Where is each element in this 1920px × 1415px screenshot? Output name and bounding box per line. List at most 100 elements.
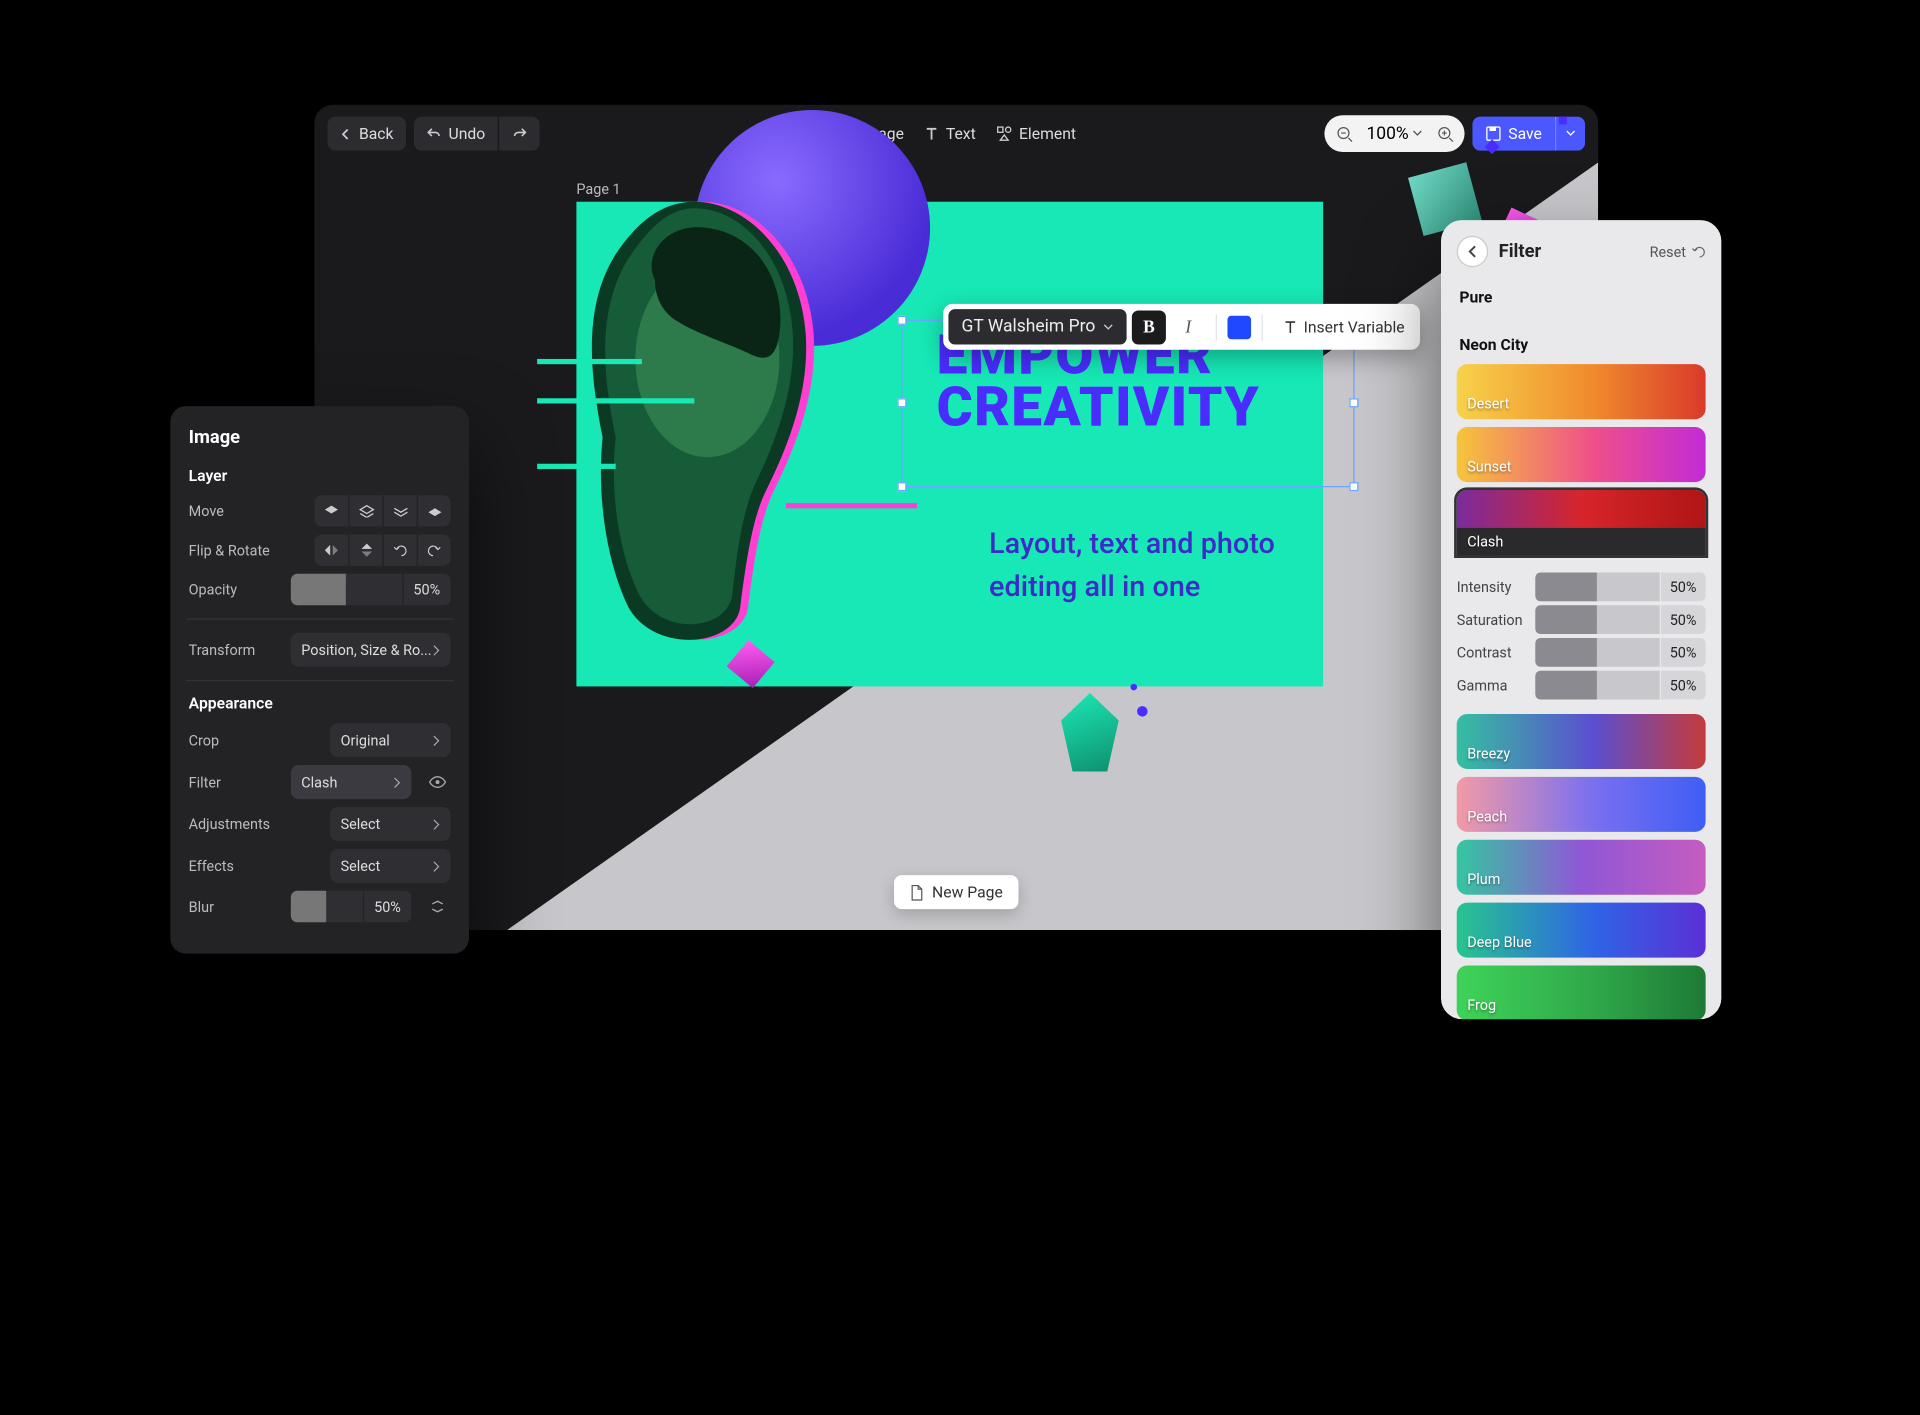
insert-element-button[interactable]: Element	[997, 124, 1076, 142]
move-forward-button[interactable]	[348, 495, 382, 526]
zoom-level-button[interactable]: 100%	[1361, 124, 1428, 144]
filter-item-sunset[interactable]: Sunset	[1457, 427, 1706, 482]
opacity-label: Opacity	[189, 581, 278, 598]
crop-select[interactable]: Original	[330, 723, 451, 757]
filter-item-desert[interactable]: Desert	[1457, 364, 1706, 419]
filter-name: Peach	[1467, 808, 1507, 825]
eye-icon	[428, 776, 446, 789]
filter-item-frog[interactable]: Frog	[1457, 965, 1706, 1019]
gamma-value[interactable]: 50%	[1659, 671, 1705, 700]
chevron-right-icon	[432, 818, 440, 830]
filter-group-neon: Neon City	[1457, 328, 1706, 362]
adjustments-value: Select	[341, 815, 381, 832]
filter-reset-button[interactable]: Reset	[1650, 243, 1706, 260]
crop-value: Original	[341, 732, 390, 749]
undo-button[interactable]: Undo	[414, 117, 498, 151]
italic-button[interactable]: I	[1171, 310, 1205, 344]
blur-slider[interactable]: 50%	[291, 891, 412, 922]
blur-value[interactable]: 50%	[362, 891, 411, 922]
design-page[interactable]: EMPOWER CREATIVITY Layout, text and phot…	[576, 202, 1323, 687]
new-page-button[interactable]: New Page	[894, 875, 1019, 909]
gamma-slider[interactable]	[1535, 671, 1659, 700]
editor-window: Back Undo Image Text Element	[314, 105, 1598, 930]
blur-label: Blur	[189, 898, 278, 915]
gamma-label: Gamma	[1457, 677, 1536, 694]
back-button[interactable]: Back	[328, 117, 407, 151]
move-to-front-button[interactable]	[314, 495, 348, 526]
bold-button[interactable]: B	[1132, 310, 1166, 344]
filter-item-deepblue[interactable]: Deep Blue	[1457, 903, 1706, 958]
filter-label: Filter	[189, 774, 278, 791]
flip-horizontal-button[interactable]	[314, 534, 348, 565]
contrast-value[interactable]: 50%	[1659, 638, 1705, 667]
blur-expand-button[interactable]	[424, 893, 450, 919]
filter-visibility-toggle[interactable]	[424, 769, 450, 795]
font-family-select[interactable]: GT Walsheim Pro	[948, 309, 1126, 344]
intensity-value[interactable]: 50%	[1659, 572, 1705, 601]
filter-select[interactable]: Clash	[291, 765, 412, 799]
rotate-right-button[interactable]	[417, 534, 451, 565]
contrast-label: Contrast	[1457, 644, 1536, 661]
insert-variable-button[interactable]: Insert Variable	[1273, 318, 1415, 336]
resize-handle-bl[interactable]	[897, 482, 906, 491]
zoom-in-button[interactable]	[1431, 119, 1460, 148]
move-to-back-button[interactable]	[417, 495, 451, 526]
filter-value: Clash	[301, 774, 337, 791]
chevron-right-icon	[432, 860, 440, 872]
filter-item-peach[interactable]: Peach	[1457, 777, 1706, 832]
glitch-decoration	[537, 398, 694, 403]
rotate-left-icon	[393, 543, 407, 557]
filter-item-breezy[interactable]: Breezy	[1457, 714, 1706, 769]
chevron-down-icon	[1565, 130, 1575, 138]
save-icon	[1486, 126, 1502, 142]
flip-rotate-label: Flip & Rotate	[189, 542, 278, 559]
text-color-swatch[interactable]	[1228, 315, 1252, 339]
opacity-slider[interactable]: 50%	[291, 574, 451, 605]
opacity-value[interactable]: 50%	[402, 574, 451, 605]
filter-item-clash[interactable]: Clash	[1457, 490, 1706, 556]
filter-back-button[interactable]	[1457, 236, 1488, 267]
image-panel-title: Image	[189, 427, 451, 448]
dot-decoration	[1137, 706, 1147, 716]
move-backward-button[interactable]	[383, 495, 417, 526]
adjustments-label: Adjustments	[189, 815, 278, 832]
transform-value: Position, Size & Ro...	[301, 641, 431, 658]
zoom-out-button[interactable]	[1330, 119, 1359, 148]
intensity-slider[interactable]	[1535, 572, 1659, 601]
saturation-value[interactable]: 50%	[1659, 605, 1705, 634]
filter-name: Plum	[1467, 871, 1500, 888]
chevron-right-icon	[432, 734, 440, 746]
chevron-down-icon	[1413, 130, 1423, 138]
flip-vertical-button[interactable]	[348, 534, 382, 565]
resize-handle-mr[interactable]	[1349, 398, 1358, 407]
resize-handle-ml[interactable]	[897, 398, 906, 407]
intensity-label: Intensity	[1457, 578, 1536, 595]
flip-v-icon	[360, 542, 373, 558]
portrait-graphic	[524, 176, 865, 674]
resize-handle-br[interactable]	[1349, 482, 1358, 491]
rotate-left-button[interactable]	[383, 534, 417, 565]
effects-label: Effects	[189, 857, 278, 874]
transform-label: Transform	[189, 641, 278, 658]
saturation-slider[interactable]	[1535, 605, 1659, 634]
expand-icon	[430, 900, 446, 913]
zoom-in-icon	[1437, 125, 1454, 142]
transform-select[interactable]: Position, Size & Ro...	[291, 633, 451, 667]
insert-text-label: Text	[946, 124, 976, 142]
insert-text-button[interactable]: Text	[925, 124, 976, 142]
filter-item-plum[interactable]: Plum	[1457, 840, 1706, 895]
filter-panel-title: Filter	[1499, 241, 1542, 262]
glitch-decoration	[786, 503, 917, 508]
resize-handle-tl[interactable]	[897, 316, 906, 325]
redo-button[interactable]	[498, 117, 540, 151]
contrast-slider[interactable]	[1535, 638, 1659, 667]
chevron-right-icon	[393, 776, 401, 788]
zoom-out-icon	[1336, 125, 1353, 142]
canvas-area[interactable]: Page 1 EMPOWER CREATIVITY Layout, text a…	[314, 162, 1598, 930]
insert-variable-label: Insert Variable	[1304, 318, 1405, 336]
effects-select[interactable]: Select	[330, 849, 451, 883]
adjustments-select[interactable]: Select	[330, 807, 451, 841]
chevron-down-icon	[1103, 323, 1113, 331]
subline-text[interactable]: Layout, text and photo editing all in on…	[989, 523, 1330, 609]
reset-icon	[1691, 244, 1705, 258]
